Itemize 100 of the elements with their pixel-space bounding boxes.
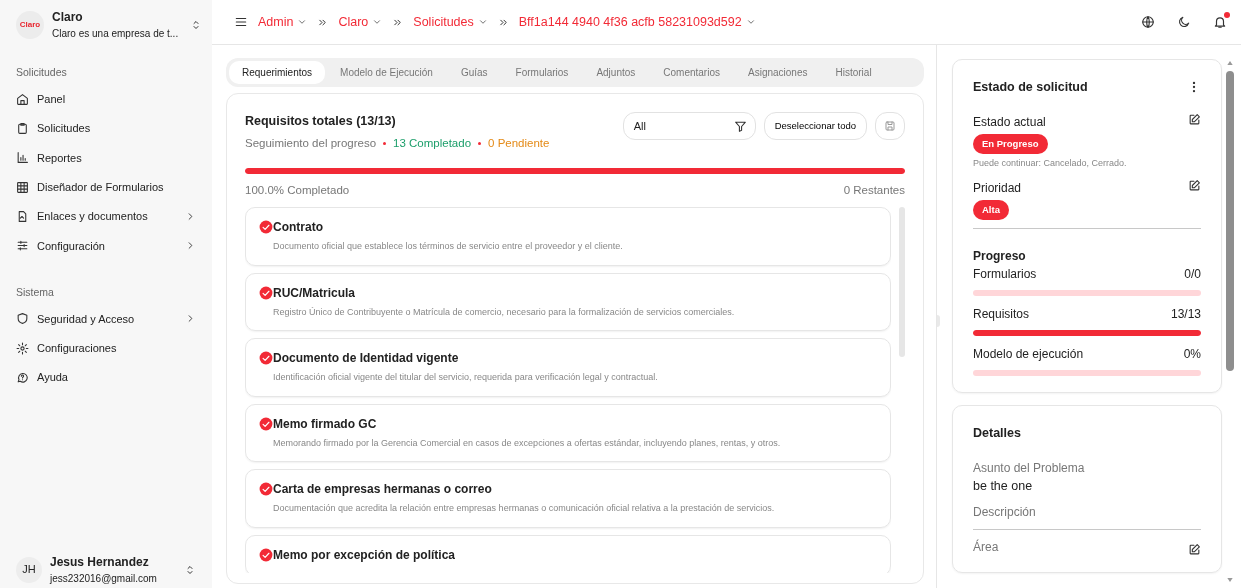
- requirement-description: Documento oficial que establece los términos de servicio entre el proveedor y el cliente.: [273, 240, 624, 254]
- nav-item[interactable]: Panel: [16, 84, 196, 115]
- nav-item[interactable]: Seguridad y Acceso: [16, 304, 196, 334]
- bar-chart-icon: [16, 151, 29, 165]
- tab[interactable]: Modelo de Ejecución: [327, 61, 446, 84]
- nav-label: Diseñador de Formularios: [37, 180, 165, 196]
- nav-label: Ayuda: [37, 370, 69, 386]
- nav-label: Seguridad y Acceso: [37, 311, 136, 327]
- logo: Claro: [16, 10, 44, 39]
- breadcrumb-link[interactable]: Solicitudes: [413, 12, 488, 32]
- field-label: Asunto del Problema: [973, 459, 1086, 477]
- scroll-up-icon: [1226, 59, 1234, 67]
- tab[interactable]: Guías: [447, 61, 501, 84]
- caret-icon: [372, 17, 383, 27]
- card-title: Estado de solicitud: [973, 79, 1088, 96]
- bell-button[interactable]: [1213, 15, 1227, 29]
- tab[interactable]: Requerimientos: [229, 61, 326, 84]
- settings-icon: [16, 341, 29, 355]
- progress-reading: 13/13: [1170, 305, 1201, 323]
- tab[interactable]: Comentarios: [650, 61, 733, 84]
- breadcrumb-link[interactable]: Admin: [258, 12, 308, 32]
- requirement-title: Memo por excepción de política: [273, 546, 456, 564]
- breadcrumb-link[interactable]: Claro: [338, 12, 383, 32]
- requirement-title: Carta de empresas hermanas o correo: [273, 481, 492, 499]
- caret-icon: [477, 17, 488, 27]
- requirement-description: Registro Único de Contribuyente o Matrícula de comercio, necesario para la formalización de servicios comerciales.: [273, 305, 736, 319]
- nav-label: Panel: [37, 92, 67, 108]
- progress-label: Formularios: [973, 265, 1037, 283]
- edit-icon[interactable]: [1188, 178, 1201, 192]
- requirement-title: Contrato: [273, 219, 323, 237]
- nav-label: Solicitudes: [37, 121, 92, 137]
- field-label: Área: [973, 538, 999, 557]
- caret-icon: [745, 17, 756, 27]
- requirement-description: Documentación que acredita la relación entre empresas hermanas o comunicación oficial relativa a la prestación de servicios.: [273, 502, 776, 516]
- save-button[interactable]: [875, 112, 905, 140]
- sliders-icon: [16, 239, 29, 253]
- tab[interactable]: Adjuntos: [583, 61, 649, 84]
- section-title: Progreso: [973, 247, 1027, 265]
- check-circle-icon[interactable]: [259, 220, 273, 235]
- nav-item[interactable]: Solicitudes: [16, 114, 196, 144]
- requirement-title: Documento de Identidad vigente: [273, 350, 459, 368]
- field-label: Descripción: [973, 504, 1037, 522]
- tab[interactable]: Asignaciones: [735, 61, 821, 84]
- nav-item[interactable]: Reportes: [16, 143, 196, 173]
- field-value: be the one: [973, 477, 1034, 495]
- section-title: Solicitudes: [16, 65, 68, 80]
- edit-icon[interactable]: [1188, 543, 1201, 557]
- tab[interactable]: Formularios: [502, 61, 582, 84]
- hint-text: Puede continuar: Cancelado, Cerrado.: [973, 157, 1128, 170]
- shield-icon: [16, 312, 29, 326]
- clipboard-icon: [16, 122, 29, 136]
- requirement-description: Memorando firmado por la Gerencia Comercial en casos de excepciones a ofertas estándar, incluyendo planes, rentas, y otros.: [273, 436, 782, 450]
- expand-icon[interactable]: [184, 563, 196, 576]
- caret-icon: [297, 17, 308, 27]
- check-circle-icon[interactable]: [259, 416, 273, 431]
- pending-count: 0 Pendiente: [488, 136, 550, 149]
- nav-item[interactable]: Configuración: [16, 231, 196, 261]
- help-icon: [16, 371, 29, 384]
- separator-dot: [383, 142, 387, 146]
- expand-icon[interactable]: [190, 18, 202, 31]
- subtitle: Seguimiento del progreso: [245, 136, 377, 149]
- globe-icon[interactable]: [1141, 15, 1155, 29]
- home-icon: [16, 92, 29, 106]
- check-circle-icon[interactable]: [259, 351, 273, 366]
- nav-label: Enlaces y documentos: [37, 209, 149, 225]
- filter-select[interactable]: All: [622, 112, 756, 140]
- user-name: Jesus Hernandez: [50, 554, 150, 571]
- percent-label: 100.0% Completado: [245, 183, 350, 198]
- nav-item[interactable]: Diseñador de Formularios: [16, 172, 196, 202]
- check-circle-icon[interactable]: [259, 547, 273, 562]
- requirement-title: Memo firmado GC: [273, 415, 377, 433]
- table-icon: [16, 180, 29, 194]
- brand-name: Claro: [52, 9, 84, 26]
- progress-reading: 0/0: [1184, 265, 1201, 283]
- check-circle-icon[interactable]: [259, 482, 273, 497]
- progress-label: Requisitos: [973, 305, 1030, 323]
- breadcrumb-link[interactable]: Bff1a144 4940 4f36 acfb 58231093d592: [518, 12, 756, 32]
- nav-item[interactable]: Enlaces y documentos: [16, 201, 196, 232]
- nav-label: Configuraciones: [37, 340, 118, 356]
- document-icon: [16, 210, 29, 224]
- field-label: Prioridad: [973, 179, 1023, 197]
- scrollbar[interactable]: [899, 207, 905, 358]
- check-circle-icon[interactable]: [259, 285, 273, 300]
- moon-icon[interactable]: [1177, 15, 1191, 29]
- tab[interactable]: Historial: [822, 61, 885, 84]
- brand-subtitle: Claro es una empresa de t...: [52, 27, 180, 41]
- requirement-title: RUC/Matricula: [273, 284, 355, 302]
- user-email: jess232016@gmail.com: [50, 572, 158, 586]
- save-icon: [884, 120, 896, 133]
- nav-item[interactable]: Configuraciones: [16, 333, 196, 363]
- field-label: Estado actual: [973, 113, 1047, 131]
- edit-icon[interactable]: [1188, 112, 1201, 126]
- avatar: JH: [16, 556, 42, 583]
- card-title: Requisitos totales (13/13): [245, 113, 397, 130]
- section-title: Sistema: [16, 284, 55, 300]
- menu-icon[interactable]: [234, 15, 248, 29]
- bell-icon: [1213, 15, 1227, 29]
- deselect-button[interactable]: Deseleccionar todo: [763, 112, 867, 140]
- card-title: Detalles: [973, 424, 1022, 442]
- nav-item[interactable]: Ayuda: [16, 362, 196, 393]
